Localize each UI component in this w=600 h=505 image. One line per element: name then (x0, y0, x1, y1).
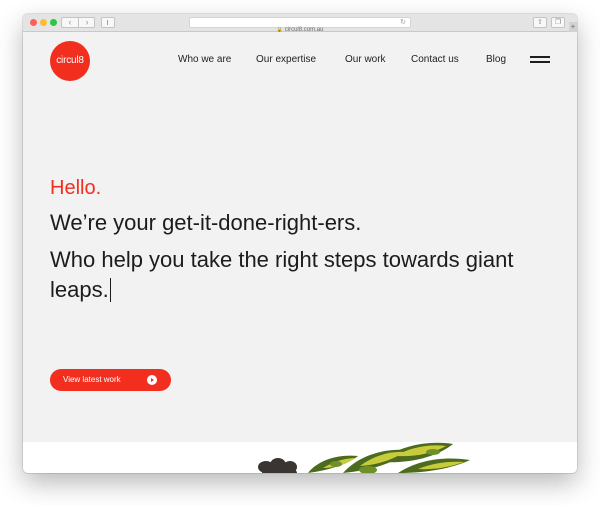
address-bar[interactable]: 🔒 circul8.com.au ↻ (189, 17, 411, 33)
hero-subheadline: Who help you take the right steps toward… (50, 245, 550, 305)
play-circle-icon (147, 375, 157, 385)
site-logo[interactable]: circul8 (50, 41, 90, 81)
chevron-right-icon[interactable]: › (79, 16, 95, 28)
maximize-window-button[interactable] (50, 19, 57, 26)
new-tab-button[interactable]: + (569, 22, 577, 32)
nav-our-work[interactable]: Our work (345, 54, 386, 66)
browser-toolbar: ‹ › 🔒 circul8.com.au ↻ ⇧ ❐ + (23, 14, 577, 33)
nav-blog[interactable]: Blog (486, 54, 506, 66)
share-icon[interactable]: ⇧ (533, 17, 547, 28)
sidebar-icon[interactable] (101, 17, 115, 28)
plant-image (258, 442, 470, 473)
text-cursor (109, 278, 111, 302)
hero-headline: We’re your get-it-done-right-ers. (50, 210, 362, 235)
nav-contact-us[interactable]: Contact us (411, 54, 459, 66)
lock-icon: 🔒 (276, 27, 283, 33)
close-window-button[interactable] (30, 19, 37, 26)
next-section (23, 442, 577, 473)
cta-label: View latest work (63, 375, 121, 384)
tabs-icon[interactable]: ❐ (551, 17, 565, 28)
view-latest-work-button[interactable]: View latest work (50, 369, 171, 391)
hero-subheadline-text: Who help you take the right steps toward… (50, 247, 514, 302)
hamburger-menu-icon[interactable] (530, 54, 550, 65)
nav-who-we-are[interactable]: Who we are (178, 54, 231, 66)
history-buttons: ‹ › (61, 17, 95, 28)
browser-window: ‹ › 🔒 circul8.com.au ↻ ⇧ ❐ + circul8 Who … (23, 14, 577, 473)
reload-icon[interactable]: ↻ (400, 18, 406, 28)
chevron-left-icon[interactable]: ‹ (62, 16, 78, 28)
nav-our-expertise[interactable]: Our expertise (256, 54, 316, 66)
hero-hello: Hello. (50, 177, 102, 199)
minimize-window-button[interactable] (40, 19, 47, 26)
url-text: circul8.com.au (284, 27, 324, 33)
